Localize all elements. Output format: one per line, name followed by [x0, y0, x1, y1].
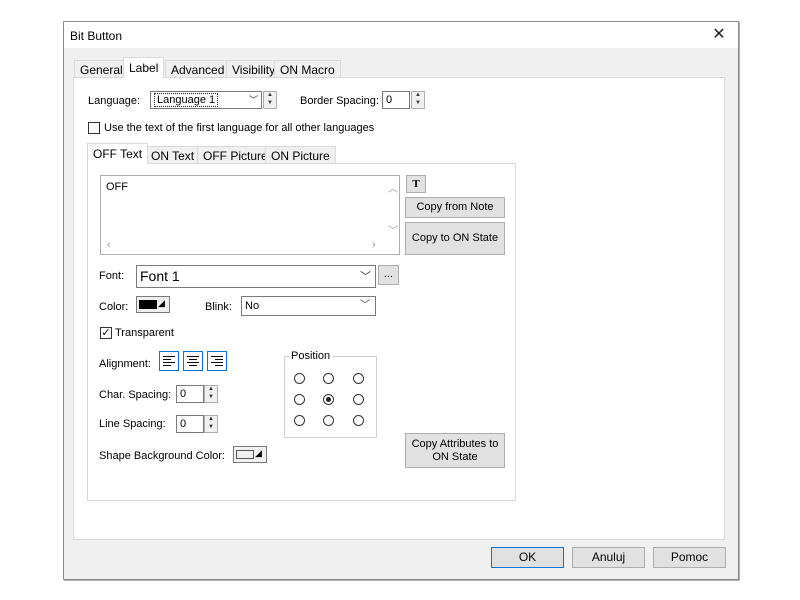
transparent-checkbox[interactable]: ✓	[100, 327, 112, 339]
position-bottom-right-radio[interactable]	[353, 415, 364, 426]
subtab-label: ON Text	[151, 149, 195, 163]
copy-from-note-button[interactable]: Copy from Note	[405, 197, 505, 218]
format-text-button[interactable]: T	[406, 175, 426, 193]
tab-general[interactable]: General	[74, 60, 129, 78]
font-label: Font:	[99, 270, 125, 282]
language-value: Language 1	[154, 93, 219, 107]
triangle-icon: ◢	[158, 298, 165, 308]
border-spacing-spinner[interactable]: ▲ ▼	[411, 91, 425, 109]
color-swatch	[139, 300, 157, 309]
position-middle-right-radio[interactable]	[353, 394, 364, 405]
tab-advanced[interactable]: Advanced	[165, 60, 231, 78]
language-select[interactable]: Language 1 ﹀	[150, 91, 262, 109]
position-bottom-left-radio[interactable]	[294, 415, 305, 426]
scroll-down-icon[interactable]: ﹀	[388, 222, 398, 237]
position-bottom-center-radio[interactable]	[323, 415, 334, 426]
color-label: Color:	[99, 301, 129, 313]
line-spacing-spinner[interactable]: ▲ ▼	[204, 415, 218, 433]
triangle-icon: ◢	[255, 448, 262, 458]
color-picker[interactable]: ◢	[136, 296, 170, 313]
dialog-window: Bit Button ✕ General Label Advanced Visi…	[63, 21, 739, 580]
line-spacing-input[interactable]: 0	[176, 415, 204, 433]
border-spacing-input[interactable]: 0	[382, 91, 410, 109]
position-middle-left-radio[interactable]	[294, 394, 305, 405]
position-label: Position	[289, 350, 333, 362]
tab-label-active[interactable]: Label	[123, 57, 165, 78]
tab-label: Visibility	[232, 63, 276, 77]
shape-bg-color-picker[interactable]: ◢	[233, 446, 267, 463]
position-top-left-radio[interactable]	[294, 373, 305, 384]
align-left-button[interactable]	[159, 351, 179, 371]
tab-label: Label	[129, 61, 159, 75]
text-editor[interactable]: OFF ︿ ﹀ ‹ ›	[100, 175, 400, 255]
tab-on-macro[interactable]: ON Macro	[274, 60, 341, 78]
shape-bg-color-label: Shape Background Color:	[99, 450, 225, 462]
subtab-off-picture[interactable]: OFF Picture	[197, 146, 274, 164]
position-top-center-radio[interactable]	[323, 373, 334, 384]
position-top-right-radio[interactable]	[353, 373, 364, 384]
chevron-down-icon: ﹀	[360, 300, 370, 311]
subtab-off-text[interactable]: OFF Text	[87, 143, 149, 164]
subtab-label: ON Picture	[271, 149, 330, 163]
use-first-language-label: Use the text of the first language for a…	[104, 122, 375, 134]
color-swatch	[236, 450, 254, 459]
scroll-up-icon[interactable]: ︿	[388, 180, 398, 195]
copy-attributes-line2: ON State	[432, 451, 478, 463]
arrow-down-icon: ▼	[415, 100, 421, 106]
chevron-down-icon: ﹀	[360, 271, 371, 283]
tab-label: ON Macro	[280, 63, 335, 77]
language-spinner[interactable]: ▲ ▼	[263, 91, 277, 109]
blink-value: No	[245, 300, 260, 312]
arrow-up-icon: ▲	[208, 386, 214, 392]
char-spacing-input[interactable]: 0	[176, 385, 204, 403]
alignment-label: Alignment:	[99, 358, 151, 370]
transparent-label: Transparent	[115, 327, 174, 339]
copy-attributes-button[interactable]: Copy Attributes to ON State	[405, 433, 505, 468]
align-right-icon	[211, 356, 223, 366]
blink-label: Blink:	[205, 301, 232, 313]
font-select[interactable]: Font 1 ﹀	[136, 265, 376, 288]
chevron-down-icon: ﹀	[249, 95, 259, 105]
help-button[interactable]: Pomoc	[653, 547, 726, 568]
border-spacing-label: Border Spacing:	[300, 95, 379, 107]
close-icon[interactable]: ✕	[707, 25, 731, 45]
title-bar[interactable]: Bit Button ✕	[64, 22, 738, 48]
line-spacing-label: Line Spacing:	[99, 418, 166, 430]
subtab-label: OFF Picture	[203, 149, 268, 163]
arrow-up-icon: ▲	[267, 92, 273, 98]
subtab-on-text[interactable]: ON Text	[145, 146, 201, 164]
arrow-down-icon: ▼	[267, 100, 273, 106]
language-label: Language:	[88, 95, 140, 107]
arrow-up-icon: ▲	[415, 92, 421, 98]
cancel-button[interactable]: Anuluj	[572, 547, 645, 568]
char-spacing-spinner[interactable]: ▲ ▼	[204, 385, 218, 403]
tab-visibility[interactable]: Visibility	[226, 60, 282, 78]
ok-button[interactable]: OK	[491, 547, 564, 568]
dialog-client-area: General Label Advanced Visibility ON Mac…	[64, 48, 738, 579]
window-title: Bit Button	[70, 29, 123, 43]
arrow-down-icon: ▼	[208, 424, 214, 430]
arrow-down-icon: ▼	[208, 394, 214, 400]
scroll-left-icon[interactable]: ‹	[107, 239, 111, 251]
subtab-label: OFF Text	[93, 147, 143, 161]
tab-label: Advanced	[171, 63, 225, 77]
font-browse-button[interactable]: ...	[378, 265, 399, 285]
use-first-language-checkbox[interactable]	[88, 122, 100, 134]
tab-label: General	[80, 63, 123, 77]
copy-to-on-state-button[interactable]: Copy to ON State	[405, 222, 505, 255]
text-editor-content: OFF	[106, 181, 128, 193]
align-left-icon	[163, 356, 175, 366]
font-value: Font 1	[140, 268, 180, 284]
char-spacing-label: Char. Spacing:	[99, 389, 172, 401]
copy-attributes-line1: Copy Attributes to	[411, 438, 499, 450]
arrow-up-icon: ▲	[208, 416, 214, 422]
blink-select[interactable]: No ﹀	[241, 296, 376, 316]
align-center-button[interactable]	[183, 351, 203, 371]
subtab-on-picture[interactable]: ON Picture	[265, 146, 336, 164]
position-middle-center-radio[interactable]	[323, 394, 334, 405]
scroll-right-icon[interactable]: ›	[372, 239, 376, 251]
align-right-button[interactable]	[207, 351, 227, 371]
align-center-icon	[187, 356, 199, 366]
